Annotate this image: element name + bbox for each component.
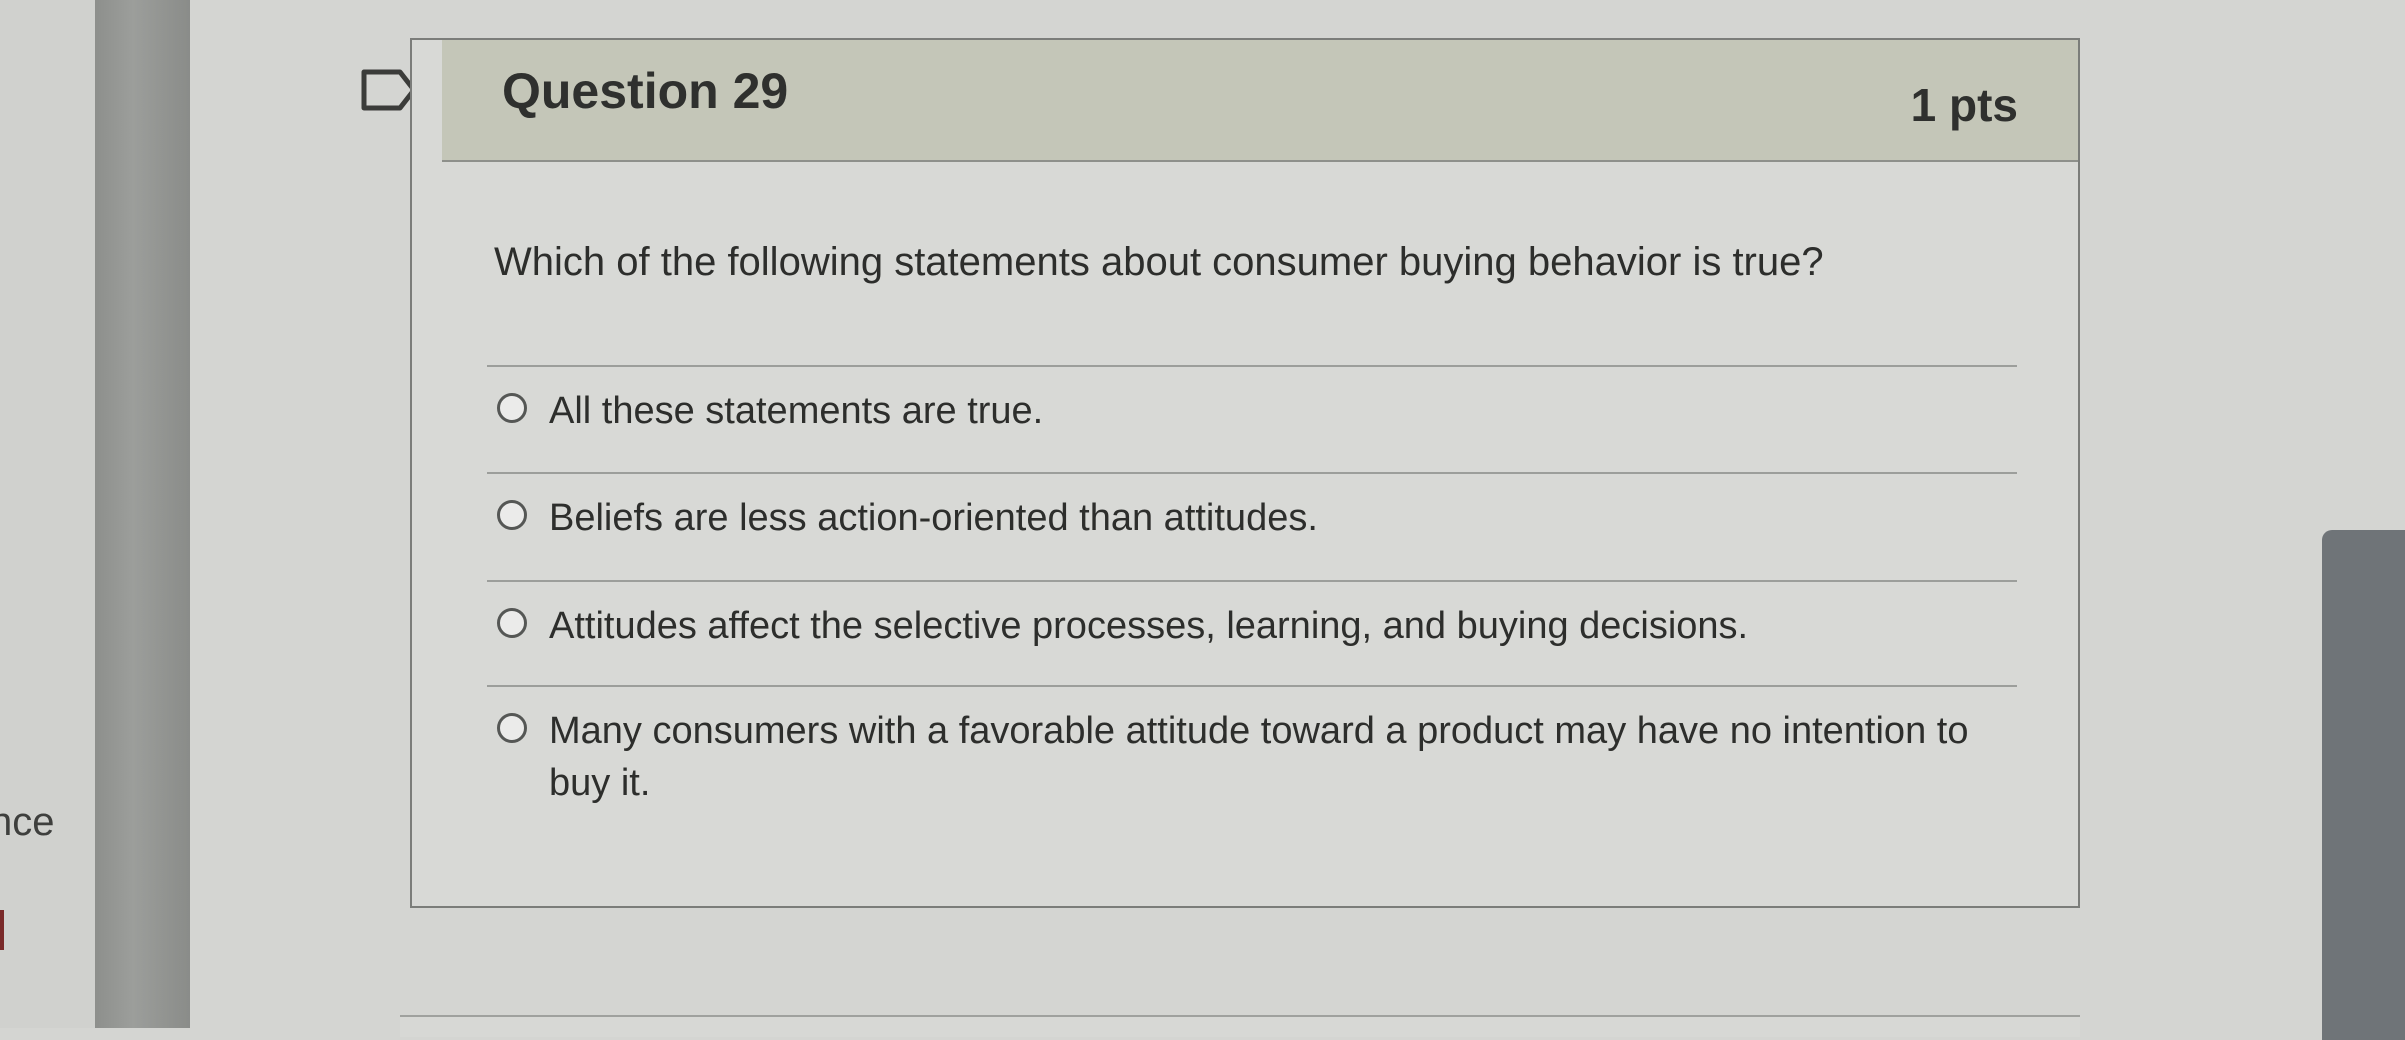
answer-option-2[interactable]: Beliefs are less action-oriented than at… xyxy=(497,492,2017,544)
divider xyxy=(487,580,2017,582)
question-prompt: Which of the following statements about … xyxy=(494,240,1824,284)
sidebar-marker xyxy=(0,910,4,950)
sidebar-cut-text: nce xyxy=(0,800,55,844)
divider xyxy=(487,472,2017,474)
divider xyxy=(487,365,2017,367)
radio-unselected-icon[interactable] xyxy=(497,608,527,638)
answer-option-label[interactable]: Attitudes affect the selective processes… xyxy=(549,600,1748,652)
answer-option-label[interactable]: Many consumers with a favorable attitude… xyxy=(549,705,2017,809)
radio-unselected-icon[interactable] xyxy=(497,393,527,423)
answer-option-label[interactable]: All these statements are true. xyxy=(549,385,1043,437)
question-title: Question 29 xyxy=(502,63,789,119)
divider xyxy=(487,685,2017,687)
answer-option-4[interactable]: Many consumers with a favorable attitude… xyxy=(497,705,2017,809)
question-points: 1 pts xyxy=(1910,79,2018,131)
answer-option-label[interactable]: Beliefs are less action-oriented than at… xyxy=(549,492,1318,544)
left-scroll-strip xyxy=(95,0,190,1028)
radio-unselected-icon[interactable] xyxy=(497,500,527,530)
radio-unselected-icon[interactable] xyxy=(497,713,527,743)
next-card-edge xyxy=(400,1015,2080,1037)
answer-option-3[interactable]: Attitudes affect the selective processes… xyxy=(497,600,2017,652)
left-panel: nce xyxy=(0,0,95,1028)
question-card: Question 29 1 pts Which of the following… xyxy=(410,38,2080,908)
answer-option-1[interactable]: All these statements are true. xyxy=(497,385,2017,437)
right-side-panel xyxy=(2322,530,2405,1040)
question-header: Question 29 1 pts xyxy=(442,40,2078,162)
